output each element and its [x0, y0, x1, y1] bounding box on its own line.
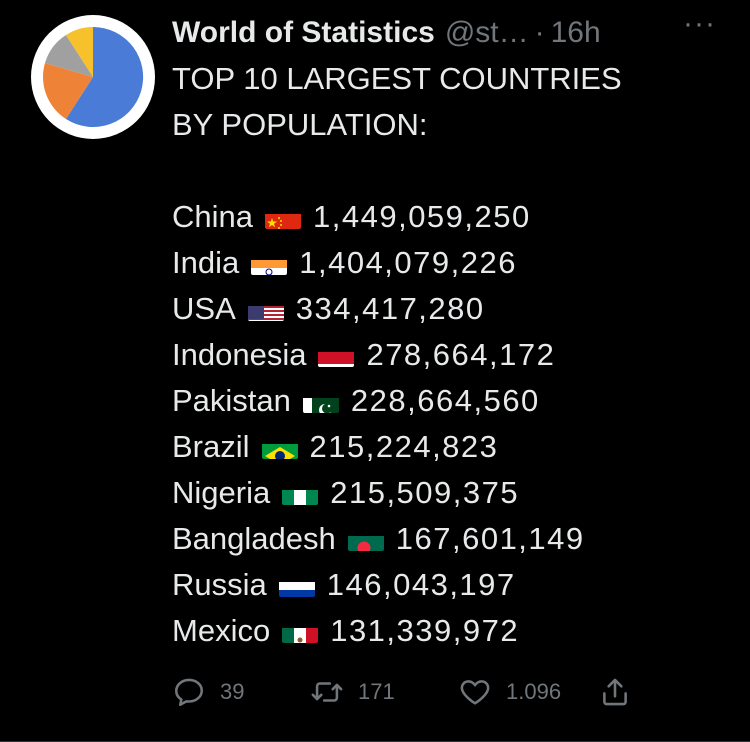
list-item: Brazil 215,224,823	[172, 424, 730, 470]
indonesia-flag-icon	[318, 343, 355, 367]
country-name: Pakistan	[172, 383, 291, 418]
country-name: Mexico	[172, 613, 271, 648]
china-flag-icon	[265, 205, 301, 229]
population-value: 146,043,197	[326, 567, 516, 602]
author-name[interactable]: World of Statistics	[172, 16, 435, 50]
mexico-flag-icon	[282, 619, 319, 643]
pakistan-flag-icon	[302, 389, 339, 413]
list-item: India 1,404,079,226	[172, 240, 730, 286]
heart-icon	[460, 680, 490, 705]
like-count: 1.096	[506, 679, 562, 704]
country-name: Bangladesh	[172, 521, 336, 556]
tweet-body: TOP 10 LARGEST COUNTRIES BY POPULATION: …	[172, 56, 730, 654]
country-name: China	[172, 199, 253, 234]
list-item: Indonesia 278,664,172	[172, 332, 730, 378]
list-item: Bangladesh 167,601,149	[172, 516, 730, 562]
russia-flag-icon	[278, 573, 315, 597]
tweet-time[interactable]: 16h	[551, 16, 601, 50]
nigeria-flag-icon	[282, 481, 319, 505]
tweet-header: World of Statistics @st… · 16h ···	[172, 7, 734, 53]
bangladesh-flag-icon	[347, 527, 384, 551]
country-name: Nigeria	[172, 475, 271, 510]
population-value: 131,339,972	[330, 613, 520, 648]
country-name: Indonesia	[172, 337, 307, 372]
country-name: Russia	[172, 567, 267, 602]
pie-chart-logo-icon	[43, 26, 144, 127]
population-value: 215,509,375	[330, 475, 520, 510]
separator-dot: ·	[534, 16, 545, 49]
list-item: Nigeria 215,509,375	[172, 470, 730, 516]
india-flag-icon	[251, 251, 288, 275]
population-value: 278,664,172	[366, 337, 556, 372]
population-value: 1,404,079,226	[299, 245, 517, 280]
list-item: Mexico 131,339,972	[172, 608, 730, 654]
population-value: 228,664,560	[350, 383, 540, 418]
retweet-count: 171	[358, 679, 395, 704]
retweet-icon	[311, 682, 343, 702]
reply-count: 39	[220, 679, 245, 704]
list-item: Pakistan 228,664,560	[172, 378, 730, 424]
reply-icon	[174, 678, 204, 707]
list-item: Russia 146,043,197	[172, 562, 730, 608]
share-button[interactable]	[598, 675, 632, 709]
population-value: 1,449,059,250	[313, 199, 531, 234]
action-bar: 39 171 1.096	[172, 672, 632, 712]
population-value: 334,417,280	[295, 291, 485, 326]
usa-flag-icon	[247, 297, 284, 321]
headline-line-2: BY POPULATION:	[172, 107, 428, 142]
country-name: USA	[172, 291, 236, 326]
author-handle[interactable]: @st…	[445, 16, 529, 50]
list-item: China 1,449,059,250	[172, 194, 730, 240]
retweet-button[interactable]: 171	[310, 675, 458, 709]
reply-button[interactable]: 39	[172, 675, 310, 709]
avatar[interactable]	[31, 15, 155, 139]
share-icon	[603, 678, 627, 706]
list-item: USA 334,417,280	[172, 286, 730, 332]
country-name: India	[172, 245, 240, 280]
headline-line-1: TOP 10 LARGEST COUNTRIES	[172, 61, 622, 96]
population-value: 215,224,823	[309, 429, 499, 464]
population-value: 167,601,149	[395, 521, 585, 556]
brazil-flag-icon	[261, 435, 298, 459]
more-options-icon[interactable]: ···	[683, 7, 716, 41]
like-button[interactable]: 1.096	[458, 675, 598, 709]
country-name: Brazil	[172, 429, 250, 464]
